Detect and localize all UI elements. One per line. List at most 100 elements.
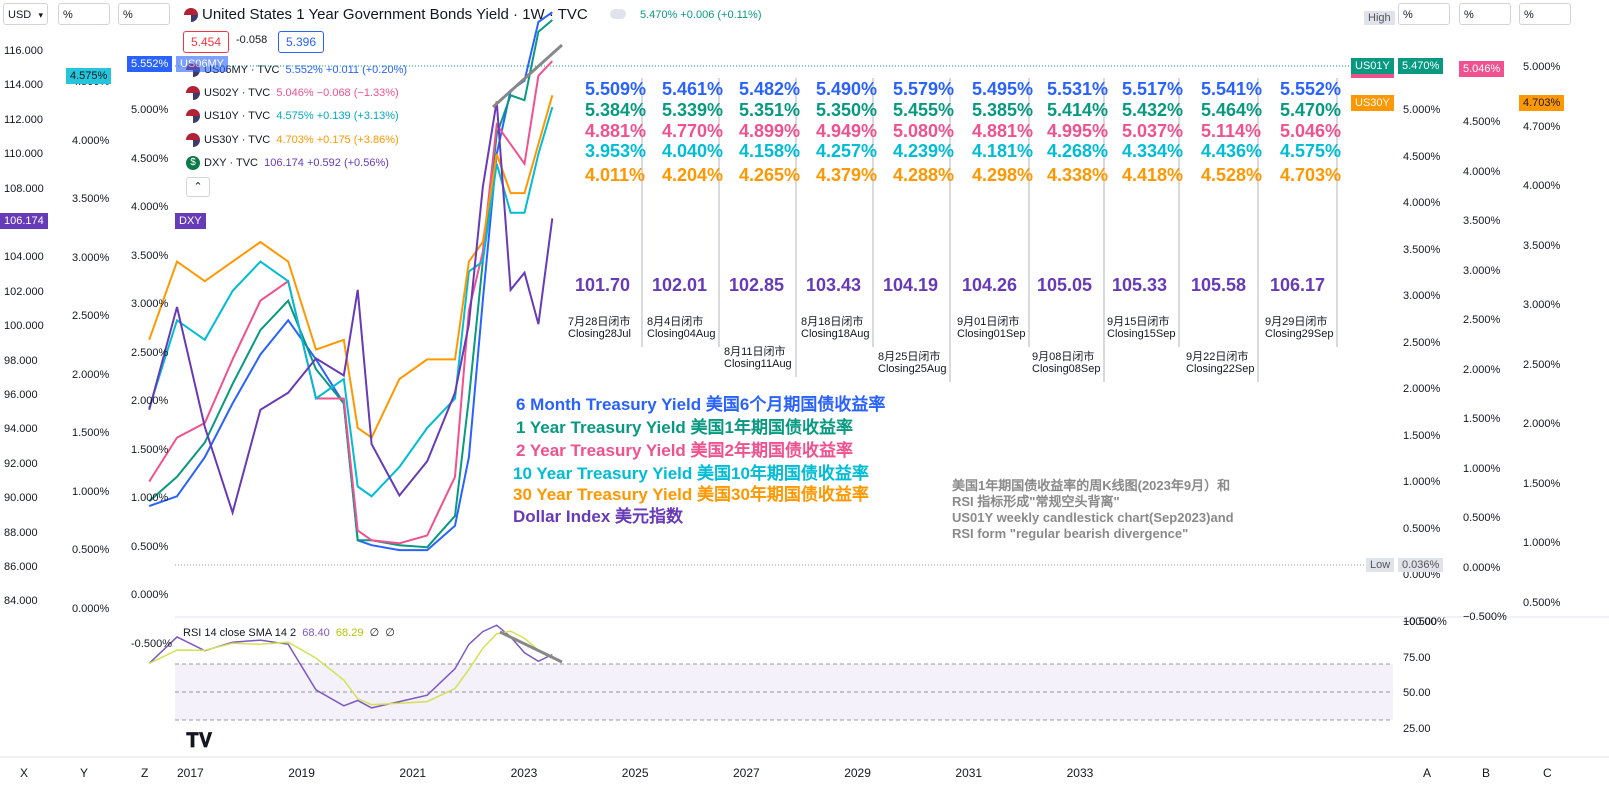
table-date-en: Closing28Jul [568, 328, 631, 340]
table-date-cn: 9月29日闭市 [1265, 316, 1328, 328]
time-tick: 2023 [510, 766, 538, 780]
table-date-cn: 9月22日闭市 [1186, 351, 1249, 363]
table-cell-us02y: 4.881% [585, 121, 647, 141]
table-cell-us10y: 4.158% [739, 141, 801, 161]
dxy-tick: 108.000 [4, 182, 44, 195]
time-tick: 2029 [844, 766, 871, 780]
rsi-legend[interactable]: RSI 14 close SMA 14 2 68.40 68.29 ∅ ∅ [183, 626, 395, 639]
us06my-label-tag: US06MY [176, 56, 229, 72]
pct-tick: 3.000% [131, 298, 169, 310]
time-tick: 2017 [177, 766, 204, 780]
dxy-tick: 112.000 [4, 113, 43, 126]
pct-tick: 4.000% [131, 201, 169, 213]
table-cell-us01y: 5.351% [739, 100, 801, 120]
table-cell-us10y: 4.257% [816, 141, 878, 161]
x-axis-button[interactable]: X [20, 766, 28, 780]
dxy-tick: 104.000 [4, 251, 44, 264]
pct-tick: 3.500% [131, 249, 169, 262]
table-cell-us01y: 5.350% [816, 100, 878, 120]
pct-tick: 1.000% [1463, 462, 1501, 475]
us02y-price-tag: 5.046% [1459, 61, 1505, 77]
table-date-cn: 8月4日闭市 [647, 316, 704, 328]
note-en-line-1: US01Y weekly candlestick chart(Sep2023)a… [952, 510, 1234, 525]
pct-tick: 4.000% [72, 134, 110, 147]
pct-tick: 1.500% [1403, 429, 1441, 442]
z-axis-button[interactable]: Z [141, 766, 148, 780]
pct-tick: 3.000% [1463, 264, 1501, 277]
rsi-tick: 25.00 [1403, 722, 1431, 735]
dxy-tick: 114.000 [4, 79, 43, 92]
pct-tick: 1.000% [131, 492, 169, 504]
table-cell-dxy: 104.19 [883, 275, 939, 295]
low-value: 0.036% [1398, 558, 1444, 572]
time-tick: 2033 [1066, 766, 1094, 780]
pct-tick: 2.000% [131, 395, 169, 407]
table-cell-us10y: 4.575% [1280, 141, 1342, 161]
table-cell-us01y: 5.464% [1201, 100, 1263, 120]
pct-tick: 2.500% [131, 346, 169, 359]
time-tick: 2021 [399, 766, 427, 780]
pct-tick: 3.000% [1523, 299, 1561, 311]
b-axis-button[interactable]: B [1482, 766, 1490, 780]
rsi-empty-1: ∅ [369, 627, 380, 639]
table-cell-us10y: 4.239% [893, 141, 955, 161]
dxy-tick: 86.000 [4, 561, 38, 573]
pct-tick: 2.500% [1403, 336, 1441, 349]
a-axis-button[interactable]: A [1423, 766, 1431, 780]
c-axis-button[interactable]: C [1543, 766, 1552, 780]
table-date-en: Closing18Aug [801, 328, 870, 340]
table-date-en: Closing22Sep [1186, 363, 1255, 375]
pct-tick: 4.500% [131, 152, 169, 165]
table-date-cn: 8月25日闭市 [878, 351, 941, 363]
table-cell-us10y: 4.040% [662, 141, 724, 161]
table-cell-us01y: 5.385% [972, 100, 1034, 120]
note-cn-line-2: RSI 指标形成"常规空头背离" [952, 494, 1120, 509]
pct-tick: 1.000% [1523, 537, 1561, 549]
table-cell-us02y: 5.046% [1280, 121, 1342, 141]
table-cell-us02y: 4.949% [816, 121, 878, 141]
table-cell-us02y: 4.995% [1047, 121, 1109, 141]
rsi-tick: 100.00 [1403, 616, 1437, 628]
table-date-cn: 9月15日闭市 [1107, 316, 1170, 328]
pct-tick: 0.000% [72, 602, 110, 615]
table-cell-us30y: 4.204% [662, 165, 724, 185]
pct-tick: 2.000% [1523, 418, 1561, 430]
dxy-tick: 98.000 [4, 354, 38, 367]
y-axis-button[interactable]: Y [80, 766, 88, 780]
pct-tick: 1.500% [72, 427, 110, 439]
pct-tick: 1.500% [1463, 413, 1501, 425]
table-cell-us06my: 5.531% [1047, 79, 1109, 99]
time-tick: 2025 [621, 766, 649, 780]
time-tick: 2027 [733, 766, 760, 780]
table-cell-us01y: 5.384% [585, 100, 647, 120]
table-cell-dxy: 102.85 [729, 275, 785, 295]
table-cell-us06my: 5.517% [1122, 79, 1184, 99]
table-cell-us02y: 5.114% [1201, 121, 1262, 141]
table-cell-us02y: 4.899% [739, 121, 801, 141]
pct-tick: 2.500% [1463, 314, 1501, 326]
dxy-label-tag: DXY [175, 213, 206, 229]
dxy-tick: 88.000 [4, 526, 38, 539]
table-date-en: Closing15Sep [1107, 328, 1176, 340]
pct-tick: 3.500% [1463, 215, 1501, 227]
series-line-us30y [148, 95, 554, 440]
rsi-value: 68.40 [302, 627, 330, 639]
table-cell-us30y: 4.011% [585, 165, 646, 185]
pct-tick: 3.000% [72, 251, 110, 264]
us06my-price-tag: 5.552% [127, 56, 173, 72]
pct-tick: 1.500% [131, 443, 169, 456]
table-cell-us30y: 4.703% [1280, 165, 1342, 185]
table-cell-dxy: 101.70 [575, 275, 631, 295]
table-cell-us01y: 5.339% [662, 100, 724, 120]
annotation-6m: 6 Month Treasury Yield 美国6个月期国债收益率 [516, 395, 886, 414]
dxy-tick: 84.000 [4, 595, 38, 608]
table-cell-us30y: 4.338% [1047, 165, 1109, 185]
table-cell-us30y: 4.379% [816, 165, 878, 185]
pct-tick: 0.500% [131, 540, 169, 553]
pct-tick: 1.500% [1523, 477, 1561, 490]
pct-tick: 3.500% [72, 193, 110, 205]
pct-tick: 4.000% [1463, 165, 1501, 178]
table-cell-us30y: 4.265% [739, 165, 801, 185]
rsi-label: RSI 14 close SMA 14 2 [183, 627, 297, 639]
table-cell-us06my: 5.495% [972, 79, 1034, 99]
